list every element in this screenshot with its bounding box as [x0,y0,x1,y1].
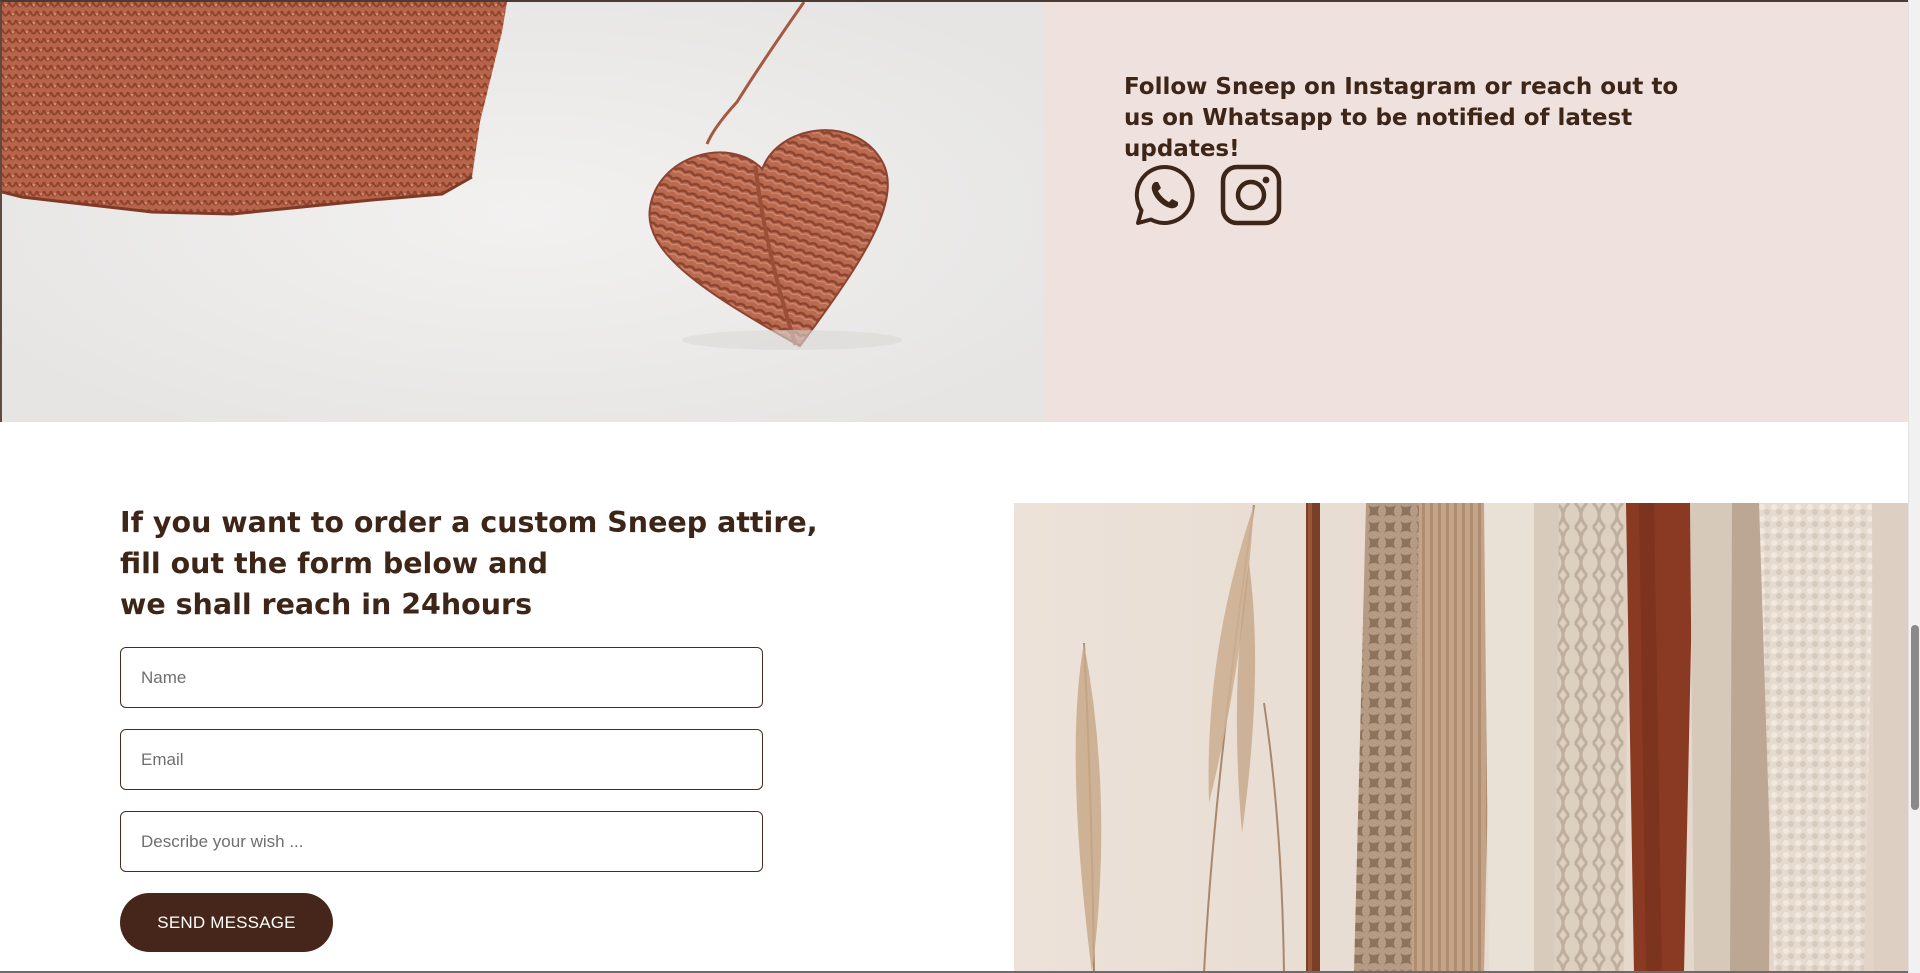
page: Follow Sneep on Instagram or reach out t… [0,0,1920,973]
email-input[interactable] [120,729,763,790]
whatsapp-link[interactable] [1132,162,1198,228]
name-input[interactable] [120,647,763,708]
knitwear-yarn-heart-illustration [2,2,1044,422]
send-message-button[interactable]: SEND MESSAGE [120,893,333,952]
order-heading: If you want to order a custom Sneep atti… [120,502,820,625]
clothing-rack-photo [1014,503,1908,973]
knitwear-yarn-heart-photo [0,0,1044,422]
social-links [1132,162,1284,228]
order-heading-line-3: we shall reach in 24hours [120,588,533,621]
page-scrollbar[interactable] [1908,0,1920,973]
whatsapp-icon [1134,164,1195,225]
instagram-link[interactable] [1218,162,1284,228]
wish-input[interactable] [120,811,763,872]
clothing-rack-illustration [1014,503,1908,973]
follow-panel: Follow Sneep on Instagram or reach out t… [1044,0,1908,422]
order-heading-line-2: fill out the form below and [120,547,549,580]
follow-banner: Follow Sneep on Instagram or reach out t… [0,0,1908,422]
instagram-icon [1220,164,1282,226]
order-heading-line-1: If you want to order a custom Sneep atti… [120,506,818,539]
scrollbar-thumb[interactable] [1911,625,1919,810]
follow-message: Follow Sneep on Instagram or reach out t… [1124,74,1679,162]
